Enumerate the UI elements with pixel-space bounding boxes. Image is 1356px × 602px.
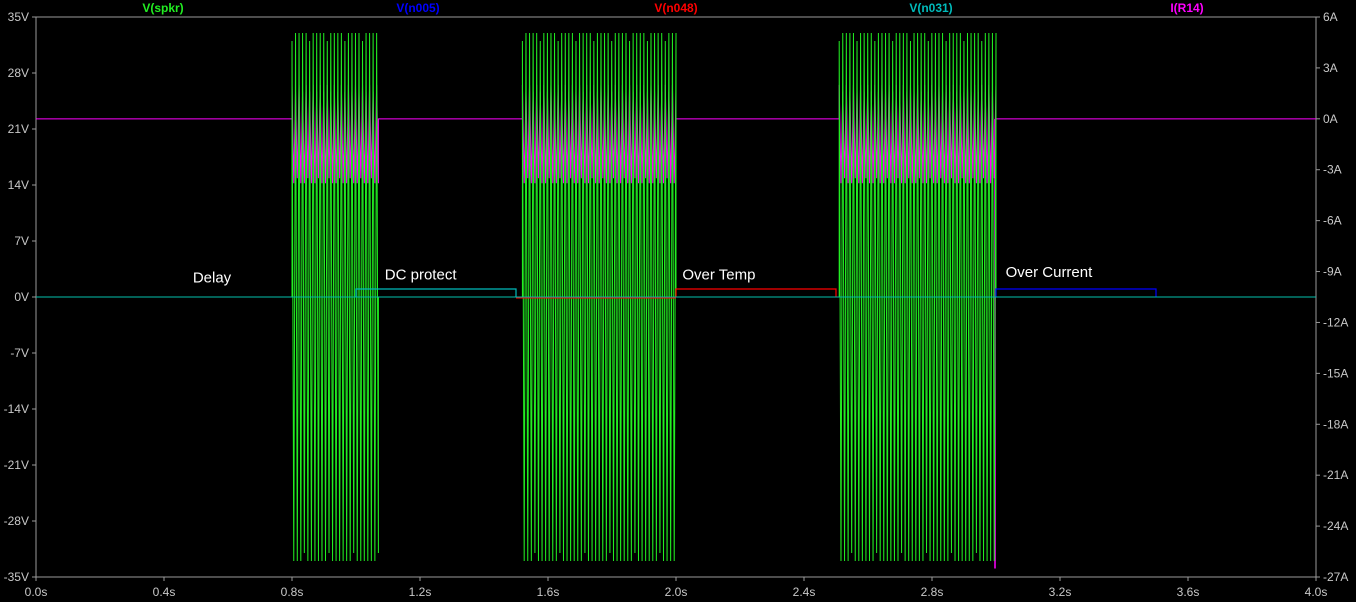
x-tick-label: 0.4s: [153, 585, 176, 599]
y-right-tick-label: -21A: [1323, 468, 1348, 482]
y-right-tick-label: -24A: [1323, 519, 1348, 533]
y-left-tick-label: 14V: [8, 178, 29, 192]
y-right-tick-label: 0A: [1323, 112, 1338, 126]
y-right-tick-label: -15A: [1323, 366, 1348, 380]
y-left-tick-label: 35V: [8, 10, 29, 24]
x-tick-label: 2.8s: [921, 585, 944, 599]
x-tick-label: 3.2s: [1049, 585, 1072, 599]
y-right-tick-label: 3A: [1323, 61, 1338, 75]
y-left-tick-label: -28V: [4, 514, 29, 528]
x-tick-label: 1.2s: [409, 585, 432, 599]
annotation-over-current: Over Current: [1006, 264, 1094, 281]
y-right-tick-label: -3A: [1323, 163, 1342, 177]
trace-label-ir14: I(R14): [1170, 1, 1203, 15]
y-right-tick-label: 6A: [1323, 10, 1338, 24]
trace-label-vn048: V(n048): [654, 1, 697, 15]
y-left-tick-label: -35V: [4, 570, 29, 584]
trace-label-vn005: V(n005): [396, 1, 439, 15]
step-vn005: [995, 288, 1157, 297]
trace-label-vn031: V(n031): [909, 1, 952, 15]
y-left-tick-label: 21V: [8, 122, 29, 136]
y-left-tick-label: -14V: [4, 402, 29, 416]
y-left-tick-label: -7V: [10, 346, 29, 360]
x-tick-label: 0.0s: [25, 585, 48, 599]
y-left-tick-label: -21V: [4, 458, 29, 472]
annotation-dc-protect: DC protect: [385, 266, 458, 283]
step-vn048: [675, 288, 837, 297]
x-tick-label: 2.0s: [665, 585, 688, 599]
y-right-tick-label: -18A: [1323, 417, 1348, 431]
annotation-over-temp: Over Temp: [682, 266, 755, 283]
y-right-tick-label: -12A: [1323, 315, 1348, 329]
y-right-tick-label: -9A: [1323, 265, 1342, 279]
x-tick-label: 0.8s: [281, 585, 304, 599]
y-right-tick-label: -6A: [1323, 214, 1342, 228]
x-tick-label: 2.4s: [793, 585, 816, 599]
x-tick-label: 3.6s: [1177, 585, 1200, 599]
y-left-tick-label: 7V: [14, 234, 29, 248]
y-right-tick-label: -27A: [1323, 570, 1348, 584]
x-tick-label: 1.6s: [537, 585, 560, 599]
step-vn031: [355, 288, 517, 297]
annotation-delay: Delay: [193, 270, 232, 287]
waveform-plot: 0.0s 0.4s 0.8s 1.2s 1.6s 2.0s 2.4s 2.8s 3.2s 3.6s…: [4, 1, 1349, 599]
x-tick-label: 4.0s: [1305, 585, 1328, 599]
trace-label-vspkr: V(spkr): [142, 1, 183, 15]
y-left-tick-label: 28V: [8, 66, 29, 80]
y-left-tick-label: 0V: [14, 290, 29, 304]
